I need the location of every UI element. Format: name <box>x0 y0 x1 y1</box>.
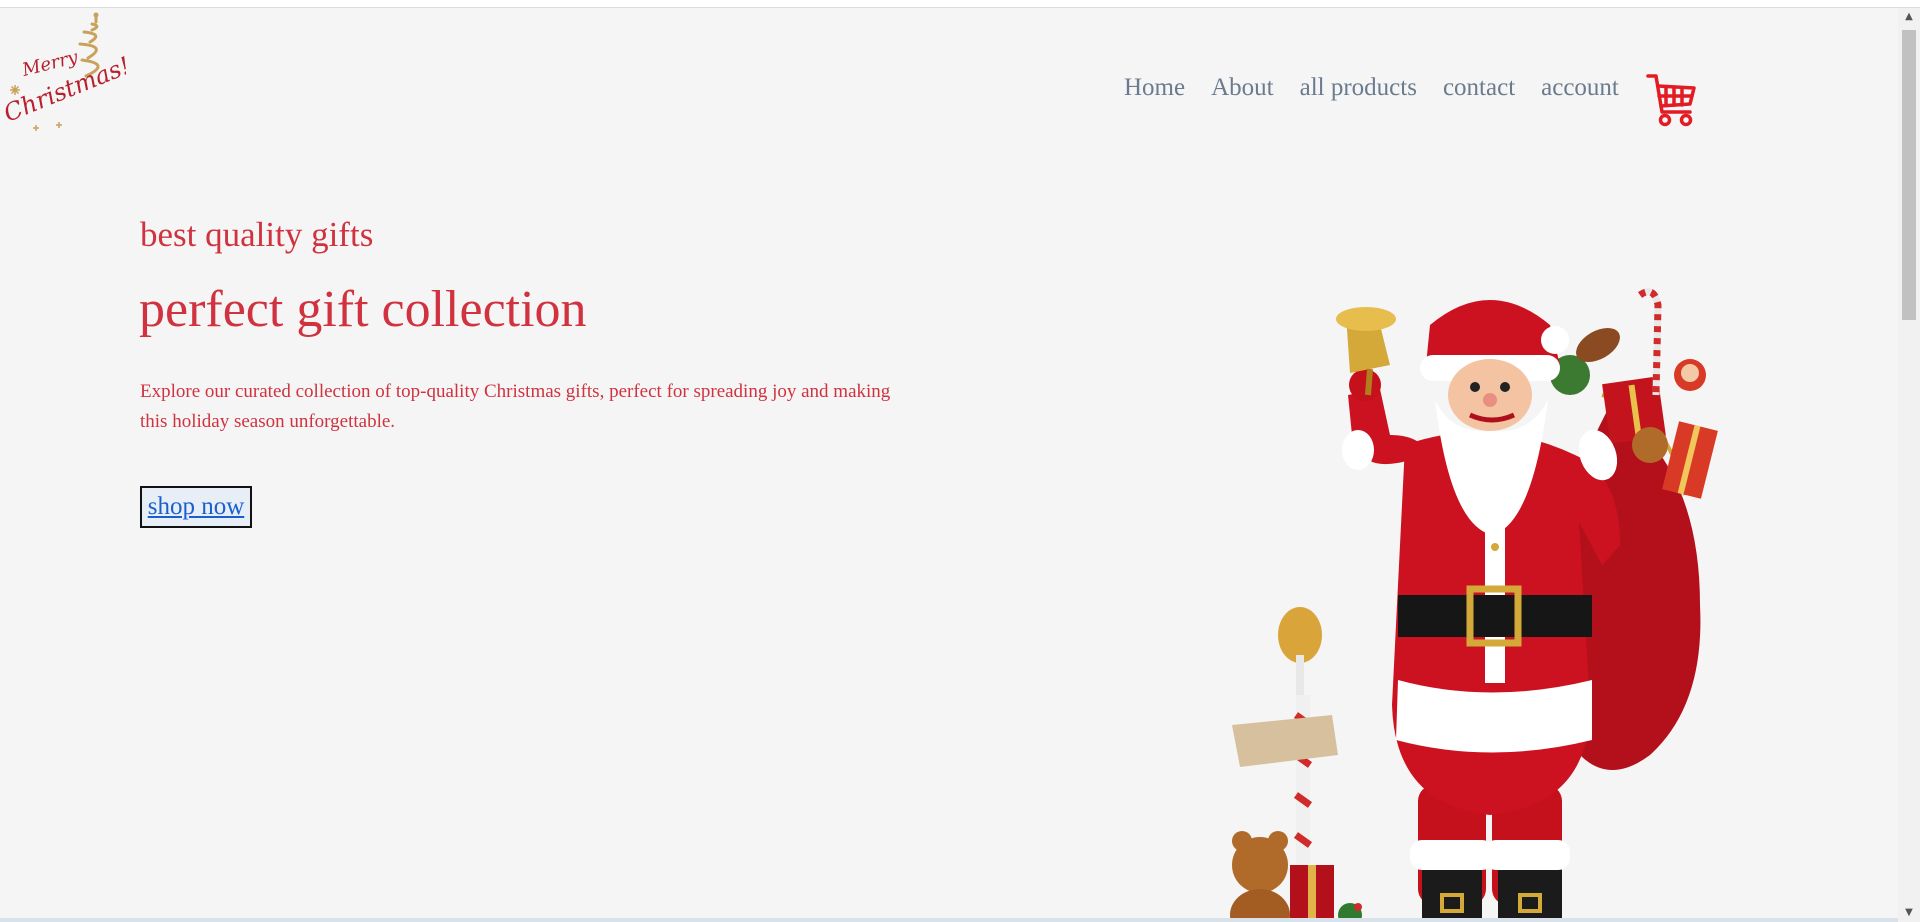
chevron-down-icon[interactable]: ▼ <box>1898 904 1920 922</box>
shopping-cart-icon[interactable] <box>1646 72 1698 132</box>
scrollbar-thumb[interactable] <box>1902 30 1916 320</box>
main-nav: Home About all products contact account <box>1124 74 1619 102</box>
shop-now-link[interactable]: shop now <box>148 493 245 521</box>
chevron-up-icon[interactable]: ▲ <box>1898 8 1920 26</box>
hero-title: perfect gift collection <box>139 281 587 338</box>
nav-account-link[interactable]: account <box>1541 74 1619 102</box>
page-content: Merry Christmas! Home About all products… <box>0 8 1898 918</box>
vertical-scrollbar[interactable]: ▲ ▼ <box>1898 8 1920 922</box>
nav-contact-link[interactable]: contact <box>1443 74 1515 102</box>
nav-all-products-link[interactable]: all products <box>1300 74 1417 102</box>
merry-christmas-logo[interactable]: Merry Christmas! <box>2 10 126 132</box>
nav-home-link[interactable]: Home <box>1124 74 1185 102</box>
santa-claus-illustration <box>1230 288 1718 918</box>
browser-top-edge <box>0 0 1920 8</box>
page-bottom-edge <box>0 918 1898 922</box>
hero-description: Explore our curated collection of top-qu… <box>140 381 891 432</box>
nav-about-link[interactable]: About <box>1211 74 1274 102</box>
shop-now-button[interactable]: shop now <box>140 486 252 528</box>
hero-subtitle: best quality gifts <box>140 215 374 254</box>
